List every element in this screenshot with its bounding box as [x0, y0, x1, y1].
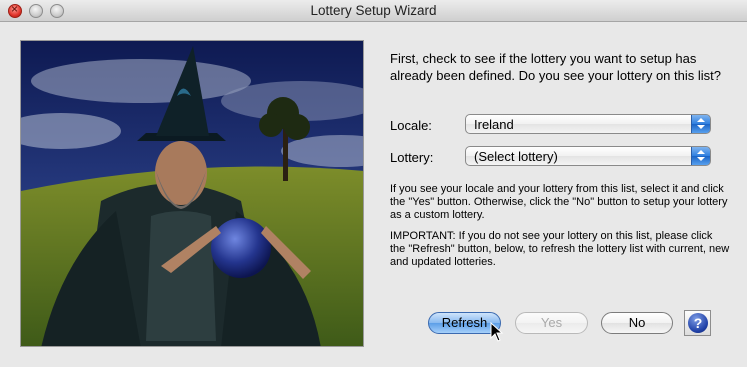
locale-label: Locale: [390, 118, 432, 133]
up-down-arrows-icon [691, 147, 710, 165]
no-button[interactable]: No [601, 312, 673, 334]
window-title: Lottery Setup Wizard [310, 3, 437, 18]
lottery-select[interactable]: (Select lottery) [465, 146, 711, 166]
intro-text: First, check to see if the lottery you w… [390, 51, 721, 83]
pointer-cursor-icon [490, 322, 504, 342]
instructions-paragraph: If you see your locale and your lottery … [390, 183, 728, 221]
important-paragraph: IMPORTANT: If you do not see your lotter… [390, 230, 730, 268]
lottery-label: Lottery: [390, 150, 434, 165]
yes-button[interactable]: Yes [515, 312, 588, 334]
wizard-illustration [20, 40, 364, 347]
help-icon: ? [688, 313, 708, 333]
help-button[interactable]: ? [684, 310, 711, 336]
locale-selected-value: Ireland [474, 117, 514, 132]
lottery-selected-value: (Select lottery) [474, 149, 558, 164]
locale-select[interactable]: Ireland [465, 114, 711, 134]
up-down-arrows-icon [691, 115, 710, 133]
title-bar: Lottery Setup Wizard [0, 0, 747, 22]
